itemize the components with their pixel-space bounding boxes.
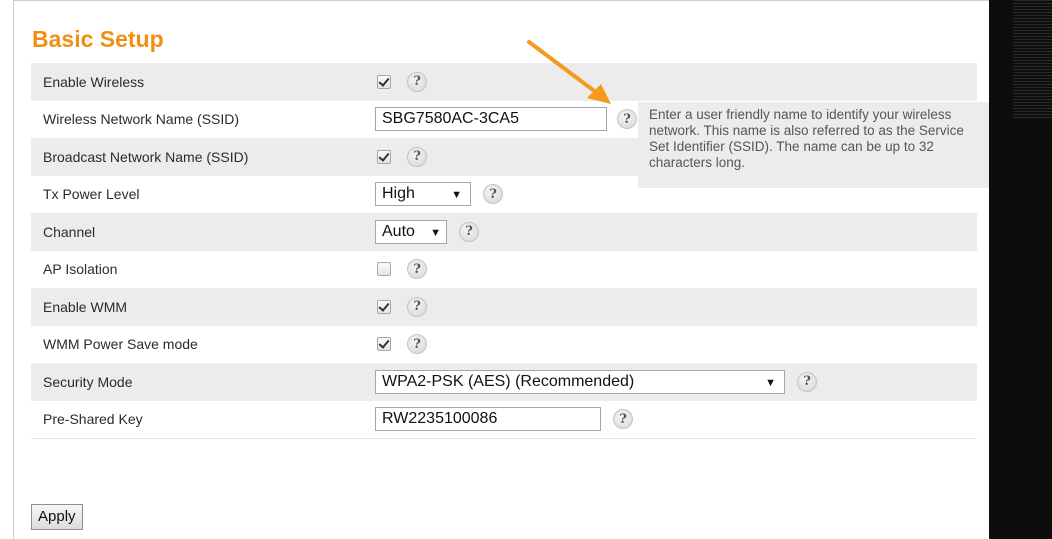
- ap-isolation-checkbox[interactable]: [377, 262, 391, 277]
- ssid-input[interactable]: SBG7580AC-3CA5: [375, 107, 607, 132]
- help-question-icon[interactable]: ?: [407, 71, 427, 92]
- psk-label: Pre-Shared Key: [43, 411, 143, 428]
- broadcast-ssid-label: Broadcast Network Name (SSID): [43, 148, 249, 165]
- enable-wmm-label: Enable WMM: [43, 298, 128, 315]
- ssid-label: Wireless Network Name (SSID): [43, 111, 240, 128]
- psk-input[interactable]: RW2235100086: [375, 407, 601, 432]
- broadcast-ssid-checkbox[interactable]: [377, 149, 391, 164]
- annotation-arrow-icon: [527, 40, 611, 104]
- scroll-stripes: [1013, 0, 1052, 120]
- ssid-help-tooltip: Enter a user friendly name to identify y…: [638, 102, 989, 188]
- apply-button[interactable]: Apply: [31, 504, 83, 530]
- help-question-icon[interactable]: ?: [617, 109, 637, 130]
- help-question-icon[interactable]: ?: [459, 221, 479, 242]
- ap-isolation-label: AP Isolation: [43, 261, 118, 278]
- row-channel: Channel Auto ▼ ?: [31, 213, 977, 251]
- right-edge-bar: [989, 0, 1052, 539]
- tx-power-value: High: [382, 185, 415, 203]
- channel-value: Auto: [382, 222, 415, 240]
- row-enable-wmm: Enable WMM ?: [31, 288, 977, 326]
- row-security-mode: Security Mode WPA2-PSK (AES) (Recommende…: [31, 363, 977, 401]
- help-question-icon[interactable]: ?: [407, 334, 427, 355]
- chevron-down-icon: ▼: [430, 226, 441, 239]
- enable-wmm-checkbox[interactable]: [377, 299, 391, 314]
- channel-label: Channel: [43, 223, 96, 240]
- chevron-down-icon: ▼: [451, 189, 462, 202]
- page-title: Basic Setup: [32, 26, 164, 52]
- wmm-power-save-checkbox[interactable]: [377, 337, 391, 352]
- wmm-power-save-label: WMM Power Save mode: [43, 336, 198, 353]
- chevron-down-icon: ▼: [765, 376, 776, 389]
- security-mode-label: Security Mode: [43, 373, 133, 390]
- tx-power-label: Tx Power Level: [43, 186, 140, 203]
- enable-wireless-label: Enable Wireless: [43, 73, 145, 90]
- row-wmm-power-save: WMM Power Save mode ?: [31, 326, 977, 364]
- help-question-icon[interactable]: ?: [407, 259, 427, 280]
- help-question-icon[interactable]: ?: [613, 409, 633, 430]
- help-question-icon[interactable]: ?: [797, 371, 817, 392]
- help-question-icon[interactable]: ?: [483, 184, 503, 205]
- tx-power-select[interactable]: High ▼: [375, 182, 471, 207]
- security-mode-select[interactable]: WPA2-PSK (AES) (Recommended) ▼: [375, 369, 785, 394]
- row-enable-wireless: Enable Wireless ?: [31, 63, 977, 101]
- security-mode-value: WPA2-PSK (AES) (Recommended): [382, 372, 635, 390]
- channel-select[interactable]: Auto ▼: [375, 219, 447, 244]
- enable-wireless-checkbox[interactable]: [377, 74, 391, 89]
- row-ap-isolation: AP Isolation ?: [31, 251, 977, 289]
- help-question-icon[interactable]: ?: [407, 146, 427, 167]
- help-question-icon[interactable]: ?: [407, 296, 427, 317]
- row-pre-shared-key: Pre-Shared Key RW2235100086 ?: [31, 401, 977, 439]
